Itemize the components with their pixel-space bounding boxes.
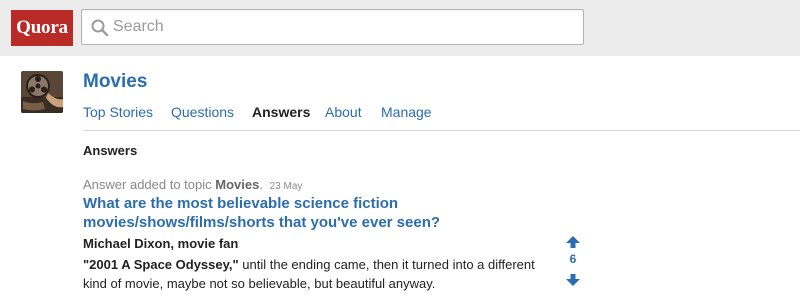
tab-questions[interactable]: Questions xyxy=(171,104,234,120)
search-box[interactable] xyxy=(81,9,584,45)
section-heading: Answers xyxy=(83,143,138,158)
topic-image[interactable] xyxy=(21,71,63,113)
meta-topic-link[interactable]: Movies xyxy=(215,177,259,192)
meta-date[interactable]: 23 May xyxy=(270,181,303,192)
answer-author[interactable]: Michael Dixon, movie fan xyxy=(83,236,238,251)
tabs-divider xyxy=(83,130,800,131)
answer-text: "2001 A Space Odyssey," until the ending… xyxy=(83,255,553,293)
topic-title[interactable]: Movies xyxy=(83,71,147,93)
vote-widget: 6 xyxy=(562,236,584,288)
feed-item-meta: Answer added to topic Movies. 23 May xyxy=(83,177,302,192)
upvote-count: 6 xyxy=(569,252,577,266)
tab-answers[interactable]: Answers xyxy=(252,104,310,120)
question-link[interactable]: What are the most believable science fic… xyxy=(83,194,503,232)
search-icon xyxy=(91,19,109,37)
tab-manage[interactable]: Manage xyxy=(381,104,432,120)
top-bar: Quora xyxy=(0,0,800,56)
meta-separator: . xyxy=(259,177,263,192)
tab-top-stories[interactable]: Top Stories xyxy=(83,104,153,120)
upvote-arrow-icon[interactable] xyxy=(565,236,581,248)
meta-prefix: Answer added to topic xyxy=(83,177,212,192)
film-reel-image xyxy=(21,71,63,113)
answer-bold-text: "2001 A Space Odyssey," xyxy=(83,257,239,272)
downvote-arrow-icon[interactable] xyxy=(565,274,581,286)
tab-about[interactable]: About xyxy=(325,104,362,120)
search-input[interactable] xyxy=(113,10,573,44)
quora-logo[interactable]: Quora xyxy=(11,10,73,46)
